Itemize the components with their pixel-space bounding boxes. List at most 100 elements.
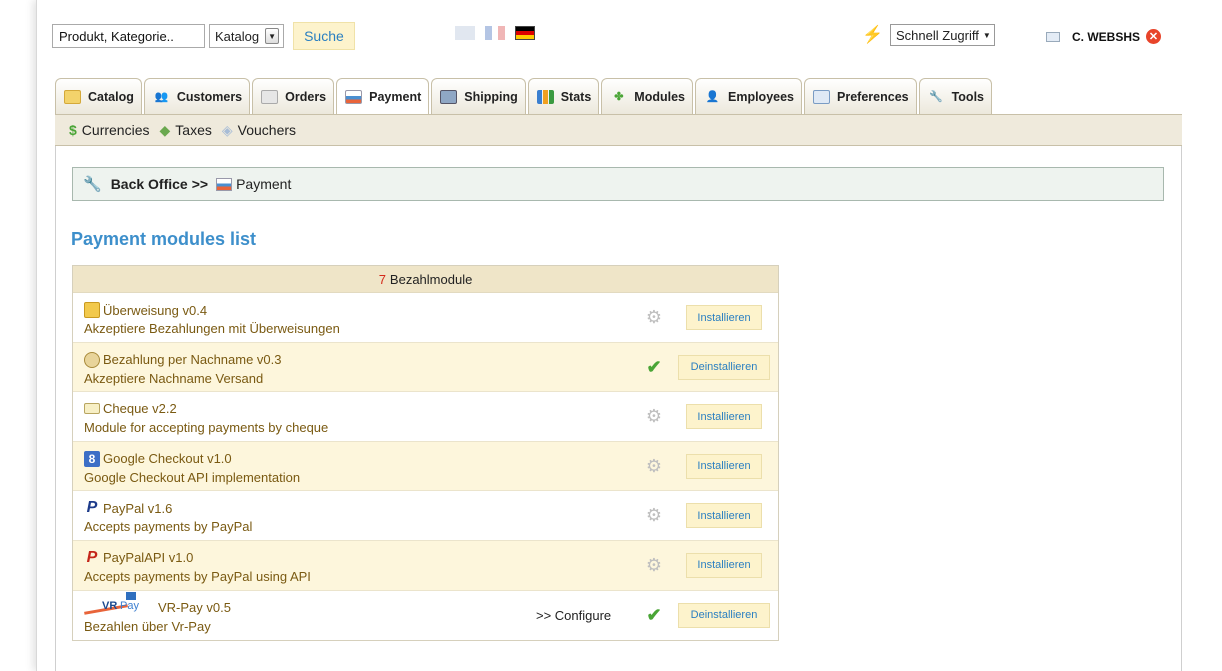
configure-link[interactable]: >> Configure xyxy=(536,608,611,623)
module-name-text: Bezahlung per Nachname v0.3 xyxy=(103,352,282,368)
search-bar: Katalog ▼ Suche xyxy=(52,22,355,50)
install-button[interactable]: Installieren xyxy=(686,503,762,529)
module-name: Cheque v2.2 xyxy=(84,401,177,416)
logout-icon[interactable]: ✕ xyxy=(1146,29,1162,44)
module-name-text: VR-Pay v0.5 xyxy=(158,600,231,616)
gear-icon: ⚙ xyxy=(645,554,663,575)
flag-fr-icon[interactable] xyxy=(485,26,506,40)
tab-tools[interactable]: 🔧 Tools xyxy=(918,78,992,114)
subtab-taxes[interactable]: ◆ Taxes xyxy=(160,122,212,139)
module-description: Accepts payments by PayPal xyxy=(84,519,253,535)
subtab-vouchers[interactable]: ◈ Vouchers xyxy=(222,122,296,139)
module-description: Accepts payments by PayPal using API xyxy=(84,568,311,584)
install-button[interactable]: Installieren xyxy=(686,552,762,578)
module-name: 8 Google Checkout v1.0 xyxy=(84,450,232,467)
subtab-label: Vouchers xyxy=(237,122,297,138)
username: C. WEBSHS xyxy=(1072,29,1141,44)
chevron-down-icon: ▼ xyxy=(982,30,991,40)
module-row-cheque: Cheque v2.2 Module for accepting payment… xyxy=(73,392,778,442)
module-name: Überweisung v0.4 xyxy=(84,302,207,318)
subtab-currencies[interactable]: $ Currencies xyxy=(69,122,150,138)
tab-orders[interactable]: Orders xyxy=(252,78,335,114)
paypal-icon: P xyxy=(86,499,98,517)
search-scope-select[interactable]: Katalog ▼ xyxy=(209,24,285,48)
module-name: P PayPal v1.6 xyxy=(84,499,173,517)
flag-en-icon[interactable] xyxy=(455,26,475,40)
module-name-text: PayPal v1.6 xyxy=(103,500,173,516)
module-row-paypal: P PayPal v1.6 Accepts payments by PayPal… xyxy=(73,491,778,541)
tab-preferences[interactable]: Preferences xyxy=(804,78,917,114)
module-name-text: PayPalAPI v1.0 xyxy=(103,550,194,566)
tab-label: Preferences xyxy=(837,89,909,104)
tab-label: Catalog xyxy=(88,89,134,104)
uninstall-button[interactable]: Deinstallieren xyxy=(678,602,770,628)
module-name: Bezahlung per Nachname v0.3 xyxy=(84,351,282,368)
module-description: Akzeptiere Nachname Versand xyxy=(84,370,264,386)
gear-icon: ⚙ xyxy=(645,406,663,427)
payment-modules-table: 7 Bezahlmodule Überweisung v0.4 Akzeptie… xyxy=(72,265,779,642)
search-scope-value: Katalog xyxy=(215,28,260,44)
truck-icon xyxy=(440,89,458,104)
uninstall-button[interactable]: Deinstallieren xyxy=(678,354,770,380)
customers-icon: 👥 xyxy=(154,91,169,103)
module-description: Google Checkout API implementation xyxy=(84,469,301,485)
module-name-text: Überweisung v0.4 xyxy=(103,302,208,318)
wrench-icon: 🔧 xyxy=(929,91,943,103)
module-count: 7 xyxy=(378,271,386,287)
tab-stats[interactable]: Stats xyxy=(527,78,600,114)
preferences-icon xyxy=(813,89,831,104)
table-header: 7 Bezahlmodule xyxy=(73,266,778,293)
quick-access-select[interactable]: Schnell Zugriff ▼ xyxy=(890,24,995,46)
tab-label: Modules xyxy=(634,89,685,104)
check-icon: ✔ xyxy=(646,604,662,625)
search-button[interactable]: Suche xyxy=(293,22,355,50)
quick-access-label: Schnell Zugriff xyxy=(896,27,979,43)
subtab-label: Taxes xyxy=(175,122,212,138)
payment-icon xyxy=(345,90,363,104)
tab-payment[interactable]: Payment xyxy=(336,78,430,115)
module-row-vrpay: VR Pay VR-Pay v0.5 Bezahlen über Vr-Pay … xyxy=(73,591,778,641)
tab-label: Stats xyxy=(560,89,592,104)
tab-label: Employees xyxy=(728,89,795,104)
table-header-label: Bezahlmodule xyxy=(389,271,473,287)
tab-modules[interactable]: ✤ Modules xyxy=(601,78,693,114)
payment-icon xyxy=(216,177,233,191)
module-name-text: Google Checkout v1.0 xyxy=(103,451,232,467)
install-button[interactable]: Installieren xyxy=(686,404,762,430)
language-switcher xyxy=(455,26,535,40)
paypal-api-icon: P xyxy=(86,548,98,566)
install-button[interactable]: Installieren xyxy=(686,453,762,479)
tab-label: Payment xyxy=(369,90,422,104)
dollar-icon: $ xyxy=(69,122,77,138)
tab-label: Shipping xyxy=(464,89,518,104)
orders-icon xyxy=(261,89,279,104)
tab-catalog[interactable]: Catalog xyxy=(55,78,142,114)
flag-de-icon[interactable] xyxy=(515,26,535,40)
google-checkout-icon: 8 xyxy=(84,450,100,467)
main-tabs: Catalog 👥 Customers Orders Payment Shipp… xyxy=(55,78,992,115)
user-area: C. WEBSHS ✕ xyxy=(1046,29,1162,44)
install-button[interactable]: Installieren xyxy=(686,305,762,330)
cheque-icon xyxy=(84,403,100,415)
chevron-down-icon: ▼ xyxy=(265,28,280,44)
module-name: VR Pay VR-Pay v0.5 xyxy=(84,591,231,618)
lightning-icon: ⚡ xyxy=(862,25,884,44)
tab-label: Customers xyxy=(176,89,243,104)
gear-icon: ⚙ xyxy=(645,455,663,476)
check-icon: ✔ xyxy=(646,356,662,377)
employees-icon: 👤 xyxy=(705,91,720,103)
tab-label: Orders xyxy=(285,89,327,104)
search-input[interactable] xyxy=(52,24,205,48)
tab-customers[interactable]: 👥 Customers xyxy=(143,78,251,114)
gear-icon: ⚙ xyxy=(645,505,663,526)
breadcrumb-separator: >> xyxy=(191,176,209,192)
breadcrumb-current: Payment xyxy=(236,176,292,192)
tab-employees[interactable]: 👤 Employees xyxy=(695,78,803,114)
wrench-icon: 🔧 xyxy=(83,176,102,193)
breadcrumb-root[interactable]: Back Office xyxy=(111,176,188,192)
module-row-paypalapi: P PayPalAPI v1.0 Accepts payments by Pay… xyxy=(73,540,778,591)
tab-shipping[interactable]: Shipping xyxy=(431,78,526,114)
coins-icon xyxy=(84,302,100,318)
module-name: P PayPalAPI v1.0 xyxy=(84,548,194,566)
package-icon xyxy=(84,351,100,368)
